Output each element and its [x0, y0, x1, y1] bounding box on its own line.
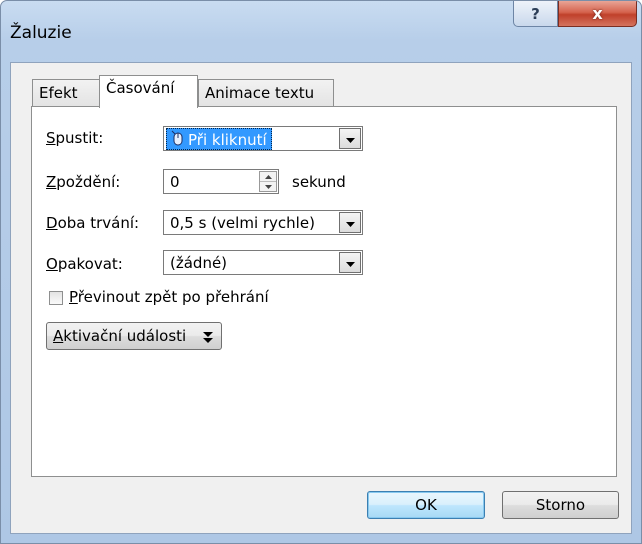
delay-spinner[interactable]: 0 [163, 169, 279, 194]
repeat-combobox[interactable]: (žádné) [163, 250, 363, 275]
dialog-client-area: Efekt Časování Animace textu Spustit: Př… [10, 62, 632, 534]
delay-label: Zpoždění: [46, 173, 121, 191]
chevron-down-icon [345, 130, 355, 148]
chevron-down-icon [345, 214, 355, 232]
triggers-button[interactable]: Aktivační události [46, 322, 222, 350]
start-dropdown-button[interactable] [339, 128, 361, 149]
ok-button-label: OK [415, 496, 437, 514]
tab-label: Animace textu [205, 84, 315, 102]
duration-label: Doba trvání: [46, 214, 140, 232]
spin-up-icon[interactable] [260, 172, 276, 181]
repeat-dropdown-button[interactable] [339, 252, 361, 273]
tab-casovani[interactable]: Časování [99, 75, 198, 108]
duration-combobox[interactable]: 0,5 s (velmi rychle) [163, 210, 363, 235]
start-combobox[interactable]: Při kliknutí [163, 126, 363, 151]
start-label: Spustit: [46, 129, 104, 147]
help-button[interactable]: ? [513, 1, 558, 27]
cancel-button[interactable]: Storno [502, 491, 619, 519]
spin-down-icon[interactable] [260, 181, 276, 191]
start-value-text: Při kliknutí [188, 130, 267, 149]
dialog-window: Žaluzie ? x Efekt Časování Animace textu… [0, 0, 642, 544]
close-icon: x [592, 4, 603, 23]
dialog-title: Žaluzie [10, 23, 72, 43]
tab-animace-textu[interactable]: Animace textu [198, 79, 334, 107]
tab-label: Časování [106, 79, 175, 97]
rewind-label[interactable]: Převinout zpět po přehrání [69, 288, 269, 306]
mouse-click-icon [171, 130, 184, 150]
title-bar: Žaluzie ? x [1, 1, 641, 63]
double-chevron-down-icon [203, 330, 213, 348]
delay-unit: sekund [292, 173, 346, 191]
chevron-down-icon [345, 254, 355, 272]
rewind-checkbox[interactable] [49, 291, 63, 305]
duration-value: 0,5 s (velmi rychle) [170, 214, 315, 232]
ok-button[interactable]: OK [367, 491, 485, 519]
start-value: Při kliknutí [166, 128, 272, 150]
tab-label: Efekt [39, 84, 78, 102]
rewind-label-text: řevinout zpět po přehrání [77, 288, 269, 306]
start-label-text: pustit: [55, 129, 104, 147]
repeat-label-text: pakovat: [57, 255, 123, 273]
delay-spin-buttons[interactable] [259, 171, 277, 192]
duration-dropdown-button[interactable] [339, 212, 361, 233]
close-button[interactable]: x [558, 1, 637, 27]
delay-label-text: poždění: [56, 173, 121, 191]
timing-tab-panel: Spustit: Při kliknutí Zpoždění: 0 sekund… [31, 106, 617, 477]
cancel-button-label: Storno [535, 496, 586, 514]
tab-efekt[interactable]: Efekt [32, 79, 100, 107]
delay-input[interactable]: 0 [170, 173, 180, 191]
duration-label-text: oba trvání: [57, 214, 140, 232]
help-icon: ? [531, 4, 540, 23]
repeat-label: Opakovat: [46, 255, 123, 273]
triggers-button-label: Aktivační události [53, 327, 187, 345]
repeat-value: (žádné) [170, 254, 228, 272]
